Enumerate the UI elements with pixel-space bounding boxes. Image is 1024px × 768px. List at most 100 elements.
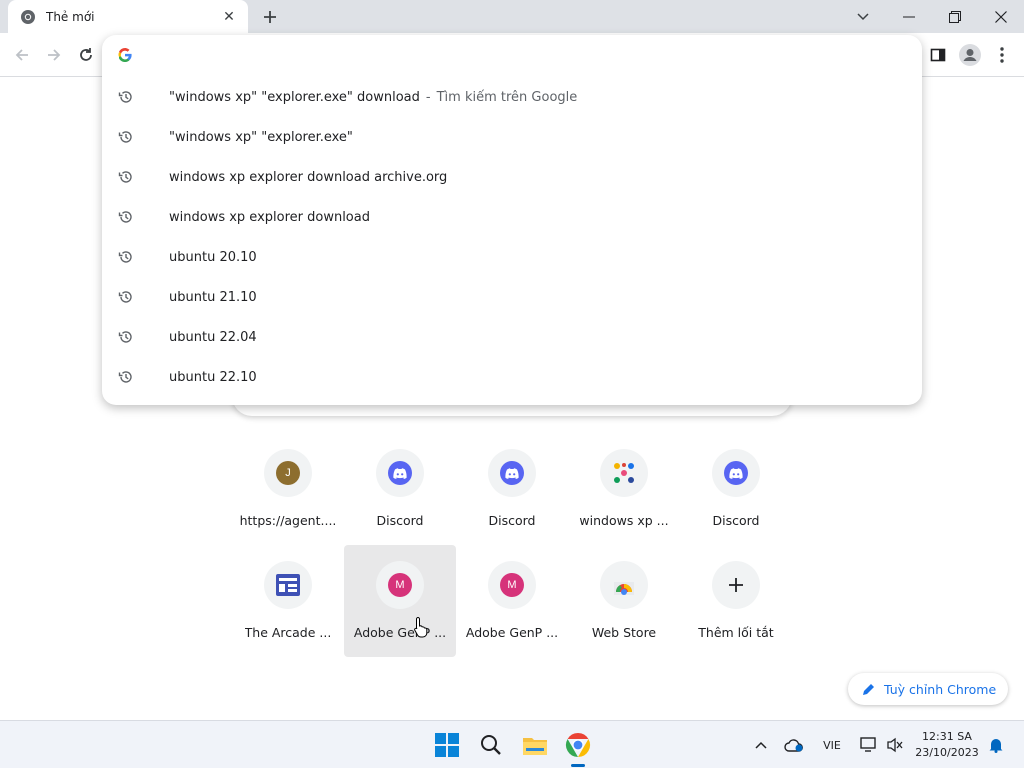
restore-icon <box>949 10 961 23</box>
history-icon <box>118 89 134 105</box>
arcade-icon <box>264 561 312 609</box>
active-app-indicator <box>571 764 585 767</box>
network-button[interactable] <box>858 735 880 755</box>
minimize-button[interactable] <box>886 0 932 33</box>
menu-button[interactable] <box>988 41 1016 69</box>
suggestion-item[interactable]: windows xp explorer download <box>102 197 922 237</box>
suggestion-item[interactable]: windows xp explorer download archive.org <box>102 157 922 197</box>
history-icon <box>118 329 134 345</box>
suggestion-item[interactable]: "windows xp" "explorer.exe" <box>102 117 922 157</box>
suggestion-item[interactable]: ubuntu 20.10 <box>102 237 922 277</box>
suggestion-description: Tìm kiếm trên Google <box>436 89 578 105</box>
web-store-icon <box>600 561 648 609</box>
tab-new-tab[interactable]: Thẻ mới ✕ <box>8 0 248 33</box>
suggestion-text: "windows xp" "explorer.exe" download <box>169 89 420 105</box>
shortcut-label: Discord <box>376 513 424 528</box>
reload-button[interactable] <box>72 41 100 69</box>
shortcut-tile[interactable]: Discord <box>456 433 568 545</box>
history-icon <box>118 129 134 145</box>
chevron-up-icon <box>755 741 767 749</box>
forward-button[interactable] <box>40 41 68 69</box>
shortcut-tile[interactable]: M Adobe GenP ... <box>456 545 568 657</box>
shortcut-label: Adobe GenP ... <box>353 625 447 640</box>
history-icon <box>118 249 134 265</box>
search-button[interactable] <box>475 729 507 761</box>
history-icon <box>118 369 134 385</box>
side-panel-button[interactable] <box>924 41 952 69</box>
start-button[interactable] <box>431 729 463 761</box>
site-favicon-icon <box>600 449 648 497</box>
cloud-icon <box>784 739 803 752</box>
shortcut-tile[interactable]: Discord <box>680 433 792 545</box>
shortcut-tile[interactable]: Discord <box>344 433 456 545</box>
tab-search-button[interactable] <box>840 0 886 33</box>
chrome-taskbar-button[interactable] <box>562 729 594 761</box>
history-icon <box>118 169 134 185</box>
shortcut-tile[interactable]: Jhttps://agent.... <box>232 433 344 545</box>
show-hidden-icons-button[interactable] <box>752 735 770 755</box>
shortcut-label: Discord <box>488 513 536 528</box>
language-indicator[interactable]: VIE <box>818 735 846 755</box>
bell-icon <box>989 739 1003 753</box>
close-icon[interactable]: ✕ <box>220 8 238 26</box>
history-icon <box>118 209 134 225</box>
volume-button[interactable] <box>884 735 906 755</box>
suggestion-item[interactable]: ubuntu 21.10 <box>102 277 922 317</box>
omnibox[interactable] <box>102 35 922 75</box>
shortcut-tile[interactable]: Web Store <box>568 545 680 657</box>
suggestion-text: windows xp explorer download <box>169 209 370 225</box>
suggestion-item[interactable]: "windows xp" "explorer.exe" download - Tìm… <box>102 77 922 117</box>
shortcut-tile[interactable]: M Adobe GenP ... <box>344 545 456 657</box>
tab-strip: Thẻ mới ✕ <box>0 0 1024 33</box>
suggestion-text: ubuntu 21.10 <box>169 289 257 305</box>
pencil-icon <box>863 684 874 695</box>
discord-icon <box>376 449 424 497</box>
letter-avatar-icon: J <box>264 449 312 497</box>
customize-label: Tuỳ chỉnh Chrome <box>884 681 997 697</box>
clock-date: 23/10/2023 <box>915 746 979 759</box>
shortcut-label: Discord <box>712 513 760 528</box>
shortcuts-grid: Jhttps://agent.... Discord Discord windows … <box>232 433 792 657</box>
suggestion-text: ubuntu 22.10 <box>169 369 257 385</box>
shortcut-tile[interactable]: The Arcade ... <box>232 545 344 657</box>
discord-icon <box>488 449 536 497</box>
add-shortcut-button[interactable]: Thêm lối tắt <box>680 545 792 657</box>
omnibox-input[interactable] <box>144 47 844 63</box>
plus-icon <box>712 561 760 609</box>
shortcut-tile[interactable]: windows xp ... <box>568 433 680 545</box>
arrow-left-icon <box>15 49 28 61</box>
back-button[interactable] <box>8 41 36 69</box>
chrome-icon <box>565 733 591 757</box>
suggestion-text: windows xp explorer download archive.org <box>169 169 448 185</box>
profile-button[interactable] <box>956 41 984 69</box>
customize-chrome-button[interactable]: Tuỳ chỉnh Chrome <box>848 673 1008 705</box>
suggestion-text: ubuntu 20.10 <box>169 249 257 265</box>
browser-window: Thẻ mới ✕ J https://agent.... Discord Di… <box>0 0 1024 768</box>
monitor-icon <box>860 737 876 752</box>
clock[interactable]: 12:31 SA 23/10/2023 <box>912 729 982 761</box>
plus-icon <box>264 11 276 23</box>
tab-title: Thẻ mới <box>46 9 95 24</box>
letter-avatar-icon: M <box>376 561 424 609</box>
close-window-button[interactable] <box>978 0 1024 33</box>
onedrive-button[interactable] <box>783 735 805 755</box>
shortcut-label: windows xp ... <box>579 513 669 528</box>
suggestion-separator: - <box>425 89 431 105</box>
search-icon <box>481 735 501 755</box>
arrow-right-icon <box>48 49 61 61</box>
letter-avatar-icon: M <box>488 561 536 609</box>
hand-cursor-icon <box>414 616 428 638</box>
shortcut-label: Thêm lối tắt <box>698 625 774 640</box>
file-explorer-button[interactable] <box>519 729 551 761</box>
new-tab-button[interactable] <box>258 6 282 28</box>
history-icon <box>118 289 134 305</box>
folder-icon <box>523 738 547 755</box>
reload-icon <box>80 48 92 61</box>
restore-button[interactable] <box>932 0 978 33</box>
side-panel-icon <box>930 48 946 62</box>
suggestion-item[interactable]: ubuntu 22.10 <box>102 357 922 397</box>
shortcut-label: The Arcade ... <box>244 625 332 640</box>
shortcut-label: Web Store <box>591 625 657 640</box>
suggestion-item[interactable]: ubuntu 22.04 <box>102 317 922 357</box>
notifications-button[interactable] <box>986 735 1006 755</box>
